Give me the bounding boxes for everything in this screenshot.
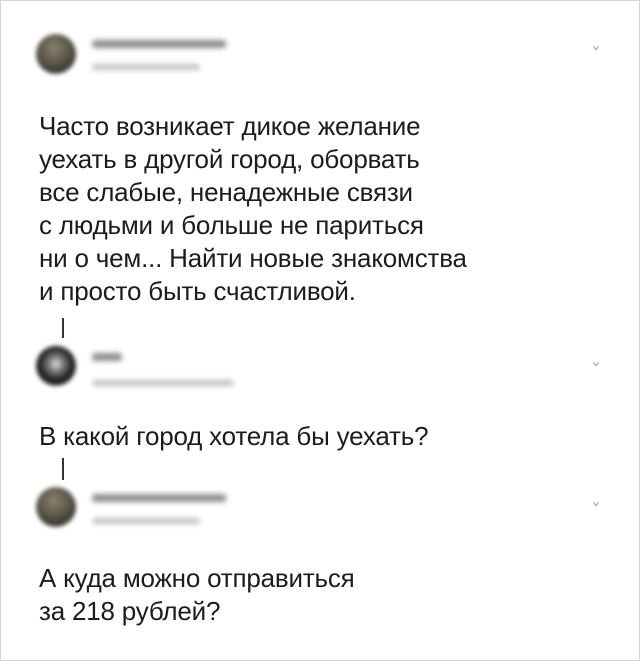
tweet-text: А куда можно отправиться за 218 рублей? (39, 563, 355, 626)
tweet-text: Часто возникает дикое желание уехать в д… (39, 111, 467, 306)
avatar[interactable] (36, 34, 76, 74)
blurred-username (92, 380, 234, 386)
thread-connector (62, 458, 64, 480)
chevron-down-icon[interactable]: ˅ (591, 500, 601, 519)
avatar[interactable] (36, 487, 76, 527)
thread-connector (62, 318, 64, 338)
blurred-display-name[interactable] (92, 353, 122, 361)
chevron-down-icon[interactable]: ˅ (591, 44, 601, 63)
chevron-down-icon[interactable]: ˅ (591, 360, 601, 379)
blurred-username (92, 518, 200, 524)
tweet-text: В какой город хотела бы уехать? (39, 421, 429, 451)
blurred-username (92, 64, 200, 70)
blurred-display-name[interactable] (92, 40, 226, 48)
avatar[interactable] (36, 346, 76, 386)
blurred-display-name[interactable] (92, 494, 226, 502)
